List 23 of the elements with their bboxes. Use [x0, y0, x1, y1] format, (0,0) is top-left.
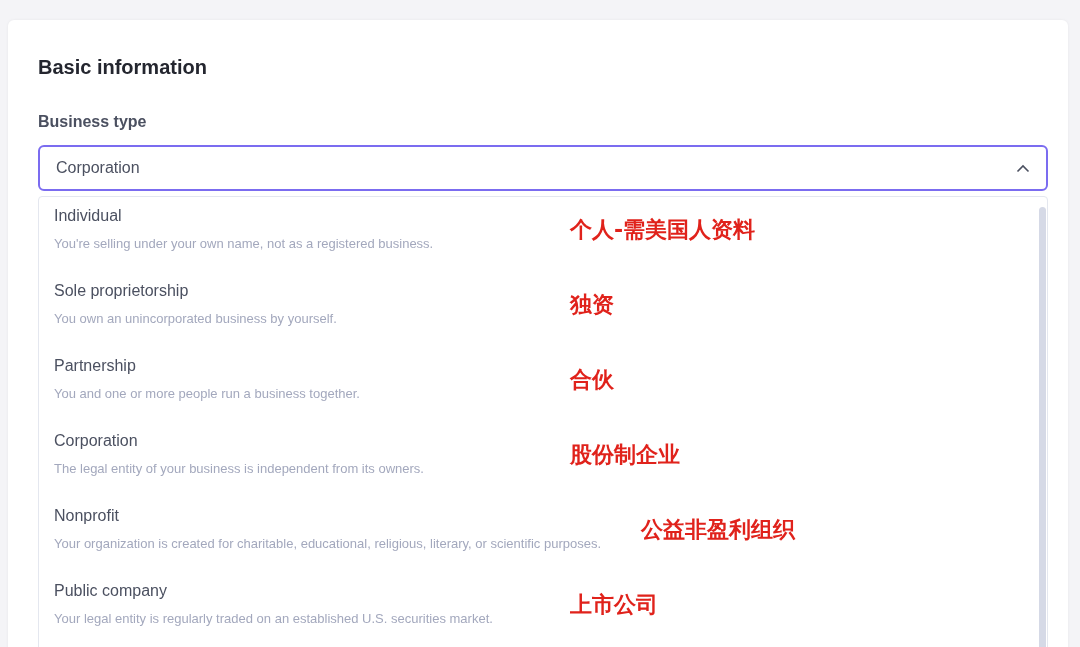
option-description: You and one or more people run a business together.: [54, 386, 361, 401]
annotation-text: 公益非盈利组织: [641, 516, 795, 544]
option-title[interactable]: Corporation: [54, 432, 530, 450]
field-label: Business type: [38, 113, 148, 131]
section-title: Basic information: [38, 56, 208, 79]
annotation-text: 合伙: [570, 366, 614, 394]
option-title[interactable]: Nonprofit: [54, 507, 601, 525]
option-title[interactable]: Sole proprietorship: [54, 282, 530, 300]
option-title[interactable]: Individual: [54, 207, 530, 225]
option-description: Your organization is created for charitable, educational, religious, literary, or scientific purposes.: [54, 536, 601, 551]
option-title[interactable]: Partnership: [54, 357, 530, 375]
option-title[interactable]: Public company: [54, 582, 530, 600]
option-description: You're selling under your own name, not as a registered business.: [54, 236, 435, 251]
option-description: The legal entity of your business is independent from its owners.: [54, 461, 425, 476]
option-description: You own an unincorporated business by yourself.: [54, 311, 338, 326]
annotation-text: 上市公司: [570, 591, 658, 619]
annotation-text: 独资: [570, 291, 614, 319]
business-type-select[interactable]: Corporation: [38, 145, 1048, 191]
annotation-text: 股份制企业: [570, 441, 680, 469]
option-description: Your legal entity is regularly traded on an established U.S. securities market.: [54, 611, 494, 626]
chevron-icon: [1016, 163, 1030, 173]
annotation-text: 个人-需美国人资料: [570, 216, 756, 244]
scrollbar-thumb[interactable]: [1038, 207, 1046, 647]
